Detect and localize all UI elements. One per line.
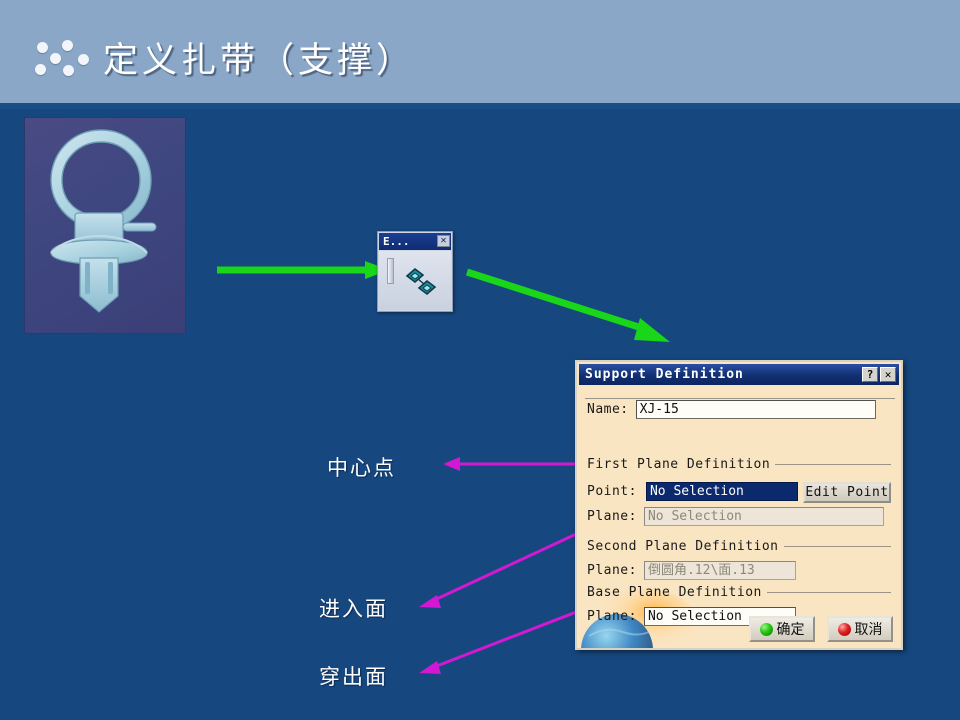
close-icon[interactable]: ✕ (880, 367, 896, 382)
dialog-body: Name: XJ-15 First Plane Definition Point… (579, 387, 899, 646)
first-plane-input[interactable]: No Selection (643, 507, 884, 526)
cancel-button-label: 取消 (854, 622, 883, 638)
dialog-titlebar[interactable]: Support Definition ? ✕ (579, 364, 899, 385)
group-divider (775, 464, 891, 465)
point-input[interactable]: No Selection (645, 482, 798, 501)
dialog-titlebar-buttons: ? ✕ (862, 367, 899, 382)
name-label: Name: (587, 402, 629, 417)
green-led-icon (759, 622, 773, 636)
first-plane-label: Plane: (587, 509, 637, 524)
name-section-divider (585, 398, 895, 399)
cancel-button[interactable]: 取消 (827, 616, 893, 642)
callout-label-exit-face: 穿出面 (319, 665, 388, 689)
first-plane-group-label: First Plane Definition (587, 457, 771, 472)
callout-label-entry-face: 进入面 (319, 597, 388, 621)
base-plane-group-header: Base Plane Definition (587, 585, 899, 600)
callout-label-center-point: 中心点 (327, 456, 396, 480)
first-plane-row: Plane: No Selection (587, 507, 884, 526)
second-plane-label: Plane: (587, 563, 637, 578)
base-plane-group-label: Base Plane Definition (587, 585, 762, 600)
support-definition-dialog[interactable]: Support Definition ? ✕ Name: XJ-15 First… (575, 360, 903, 650)
ok-button[interactable]: 确定 (749, 616, 815, 642)
base-plane-label: Plane: (587, 609, 637, 624)
name-row: Name: XJ-15 (587, 400, 876, 419)
ok-button-label: 确定 (776, 622, 805, 638)
group-divider (766, 592, 891, 593)
help-icon[interactable]: ? (862, 367, 878, 382)
second-plane-group-header: Second Plane Definition (587, 539, 899, 554)
second-plane-input[interactable]: 倒圆角.12\面.13 (643, 561, 796, 580)
point-row: Point: No Selection (587, 482, 798, 501)
dialog-title: Support Definition (585, 367, 744, 382)
name-input[interactable]: XJ-15 (635, 400, 876, 419)
point-label: Point: (587, 484, 637, 499)
first-plane-group-header: First Plane Definition (587, 457, 899, 472)
edit-point-button[interactable]: Edit Point (803, 482, 891, 503)
second-plane-group-label: Second Plane Definition (587, 539, 779, 554)
group-divider (783, 546, 891, 547)
second-plane-row: Plane: 倒圆角.12\面.13 (587, 561, 796, 580)
red-led-icon (837, 622, 851, 636)
